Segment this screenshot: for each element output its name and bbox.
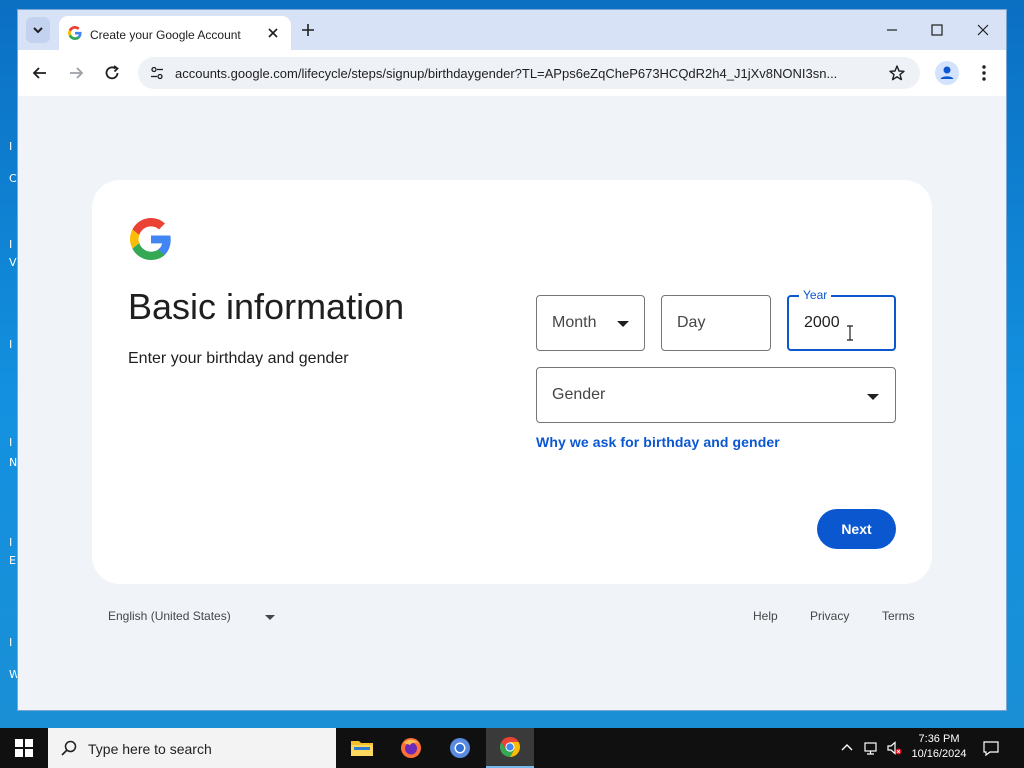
profile-avatar[interactable] [935, 61, 959, 85]
year-label: Year [799, 288, 832, 302]
folder-icon [351, 741, 373, 756]
taskbar: Type here to search 7:36 PM 10/16/2024 [0, 728, 1024, 768]
browser-window: Create your Google Account accounts.goog… [18, 10, 1006, 710]
taskbar-file-explorer[interactable] [338, 728, 386, 768]
desktop-icon-fragment: C [9, 172, 17, 185]
windows-logo-icon [15, 739, 33, 757]
google-favicon-icon [68, 26, 82, 40]
gender-placeholder: Gender [552, 386, 606, 403]
chevron-down-icon [33, 27, 43, 34]
gender-select[interactable]: Gender [536, 367, 896, 423]
day-input[interactable]: Day [661, 295, 771, 351]
page-title: Basic information [128, 286, 405, 327]
year-input[interactable]: Year 2000 [787, 288, 896, 351]
page-subtitle: Enter your birthday and gender [128, 350, 349, 367]
browser-tab[interactable]: Create your Google Account [59, 16, 291, 50]
search-icon [61, 740, 77, 756]
taskbar-search[interactable]: Type here to search [48, 728, 336, 768]
clock-time: 7:36 PM [918, 733, 960, 745]
more-menu-icon[interactable] [976, 63, 992, 83]
system-clock[interactable]: 7:36 PM 10/16/2024 [906, 732, 972, 762]
network-icon[interactable] [863, 740, 879, 756]
browser-toolbar: accounts.google.com/lifecycle/steps/sign… [18, 50, 1006, 96]
minimize-icon[interactable] [884, 22, 900, 38]
taskbar-chrome[interactable] [486, 728, 534, 768]
url-text: accounts.google.com/lifecycle/steps/sign… [175, 66, 838, 81]
clock-date: 10/16/2024 [911, 748, 967, 760]
signup-card: Basic information Enter your birthday an… [92, 180, 932, 584]
month-select[interactable]: Month [536, 295, 645, 351]
why-we-ask-link[interactable]: Why we ask for birthday and gender [536, 434, 780, 450]
day-placeholder: Day [677, 314, 706, 331]
privacy-link[interactable]: Privacy [810, 609, 849, 623]
start-button[interactable] [0, 728, 48, 768]
back-arrow-icon[interactable] [30, 63, 50, 83]
tab-title: Create your Google Account [90, 28, 241, 42]
tab-search-button[interactable] [26, 17, 50, 43]
next-button[interactable]: Next [817, 509, 896, 549]
browser-titlebar: Create your Google Account [18, 10, 1006, 50]
close-window-icon[interactable] [975, 22, 991, 38]
notification-icon[interactable] [982, 739, 1000, 757]
desktop-icon-fragment: N [9, 456, 18, 469]
maximize-icon[interactable] [929, 22, 945, 38]
year-value: 2000 [804, 314, 840, 331]
bookmark-star-icon[interactable] [888, 64, 906, 82]
desktop-icon-fragment: I [9, 536, 13, 549]
language-selector[interactable]: English (United States) [108, 609, 231, 623]
taskbar-chromium[interactable] [436, 728, 484, 768]
chromium-icon [450, 738, 470, 758]
desktop-icon-fragment: I [9, 636, 13, 649]
forward-arrow-icon[interactable] [66, 63, 86, 83]
desktop-icon-fragment: I [9, 238, 13, 251]
firefox-icon [401, 738, 421, 758]
site-settings-icon[interactable] [149, 65, 165, 81]
plus-icon[interactable] [300, 22, 316, 38]
taskbar-firefox[interactable] [387, 728, 435, 768]
chevron-up-icon[interactable] [839, 740, 855, 756]
google-logo-icon [130, 218, 171, 260]
person-icon [940, 66, 954, 79]
volume-muted-icon[interactable] [886, 740, 902, 756]
page-content: Basic information Enter your birthday an… [18, 96, 1006, 710]
reload-icon[interactable] [102, 63, 122, 83]
terms-link[interactable]: Terms [882, 609, 915, 623]
chrome-icon [500, 737, 520, 757]
close-icon[interactable] [265, 25, 281, 41]
desktop-icon-fragment: I [9, 436, 13, 449]
desktop-icon-fragment: E [9, 554, 16, 567]
desktop-icon-fragment: V [9, 256, 17, 269]
search-placeholder: Type here to search [88, 741, 212, 757]
dropdown-caret-icon [867, 394, 879, 400]
dropdown-caret-icon [617, 321, 629, 327]
month-placeholder: Month [552, 314, 597, 331]
language-caret-icon[interactable] [265, 615, 275, 620]
help-link[interactable]: Help [753, 609, 778, 623]
text-cursor-icon [847, 325, 853, 341]
desktop-icon-fragment: I [9, 140, 13, 153]
desktop-icon-fragment: I [9, 338, 13, 351]
address-bar[interactable]: accounts.google.com/lifecycle/steps/sign… [138, 57, 920, 89]
